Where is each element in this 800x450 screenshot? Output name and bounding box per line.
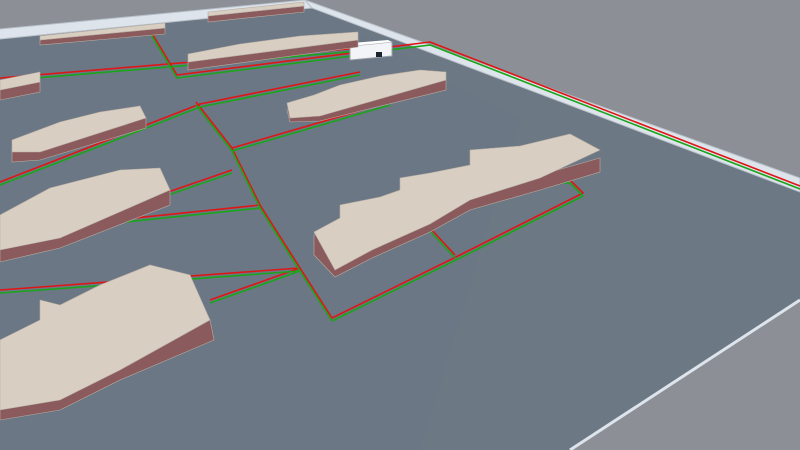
scene-canvas[interactable] <box>0 0 800 450</box>
game-viewport[interactable] <box>0 0 800 450</box>
